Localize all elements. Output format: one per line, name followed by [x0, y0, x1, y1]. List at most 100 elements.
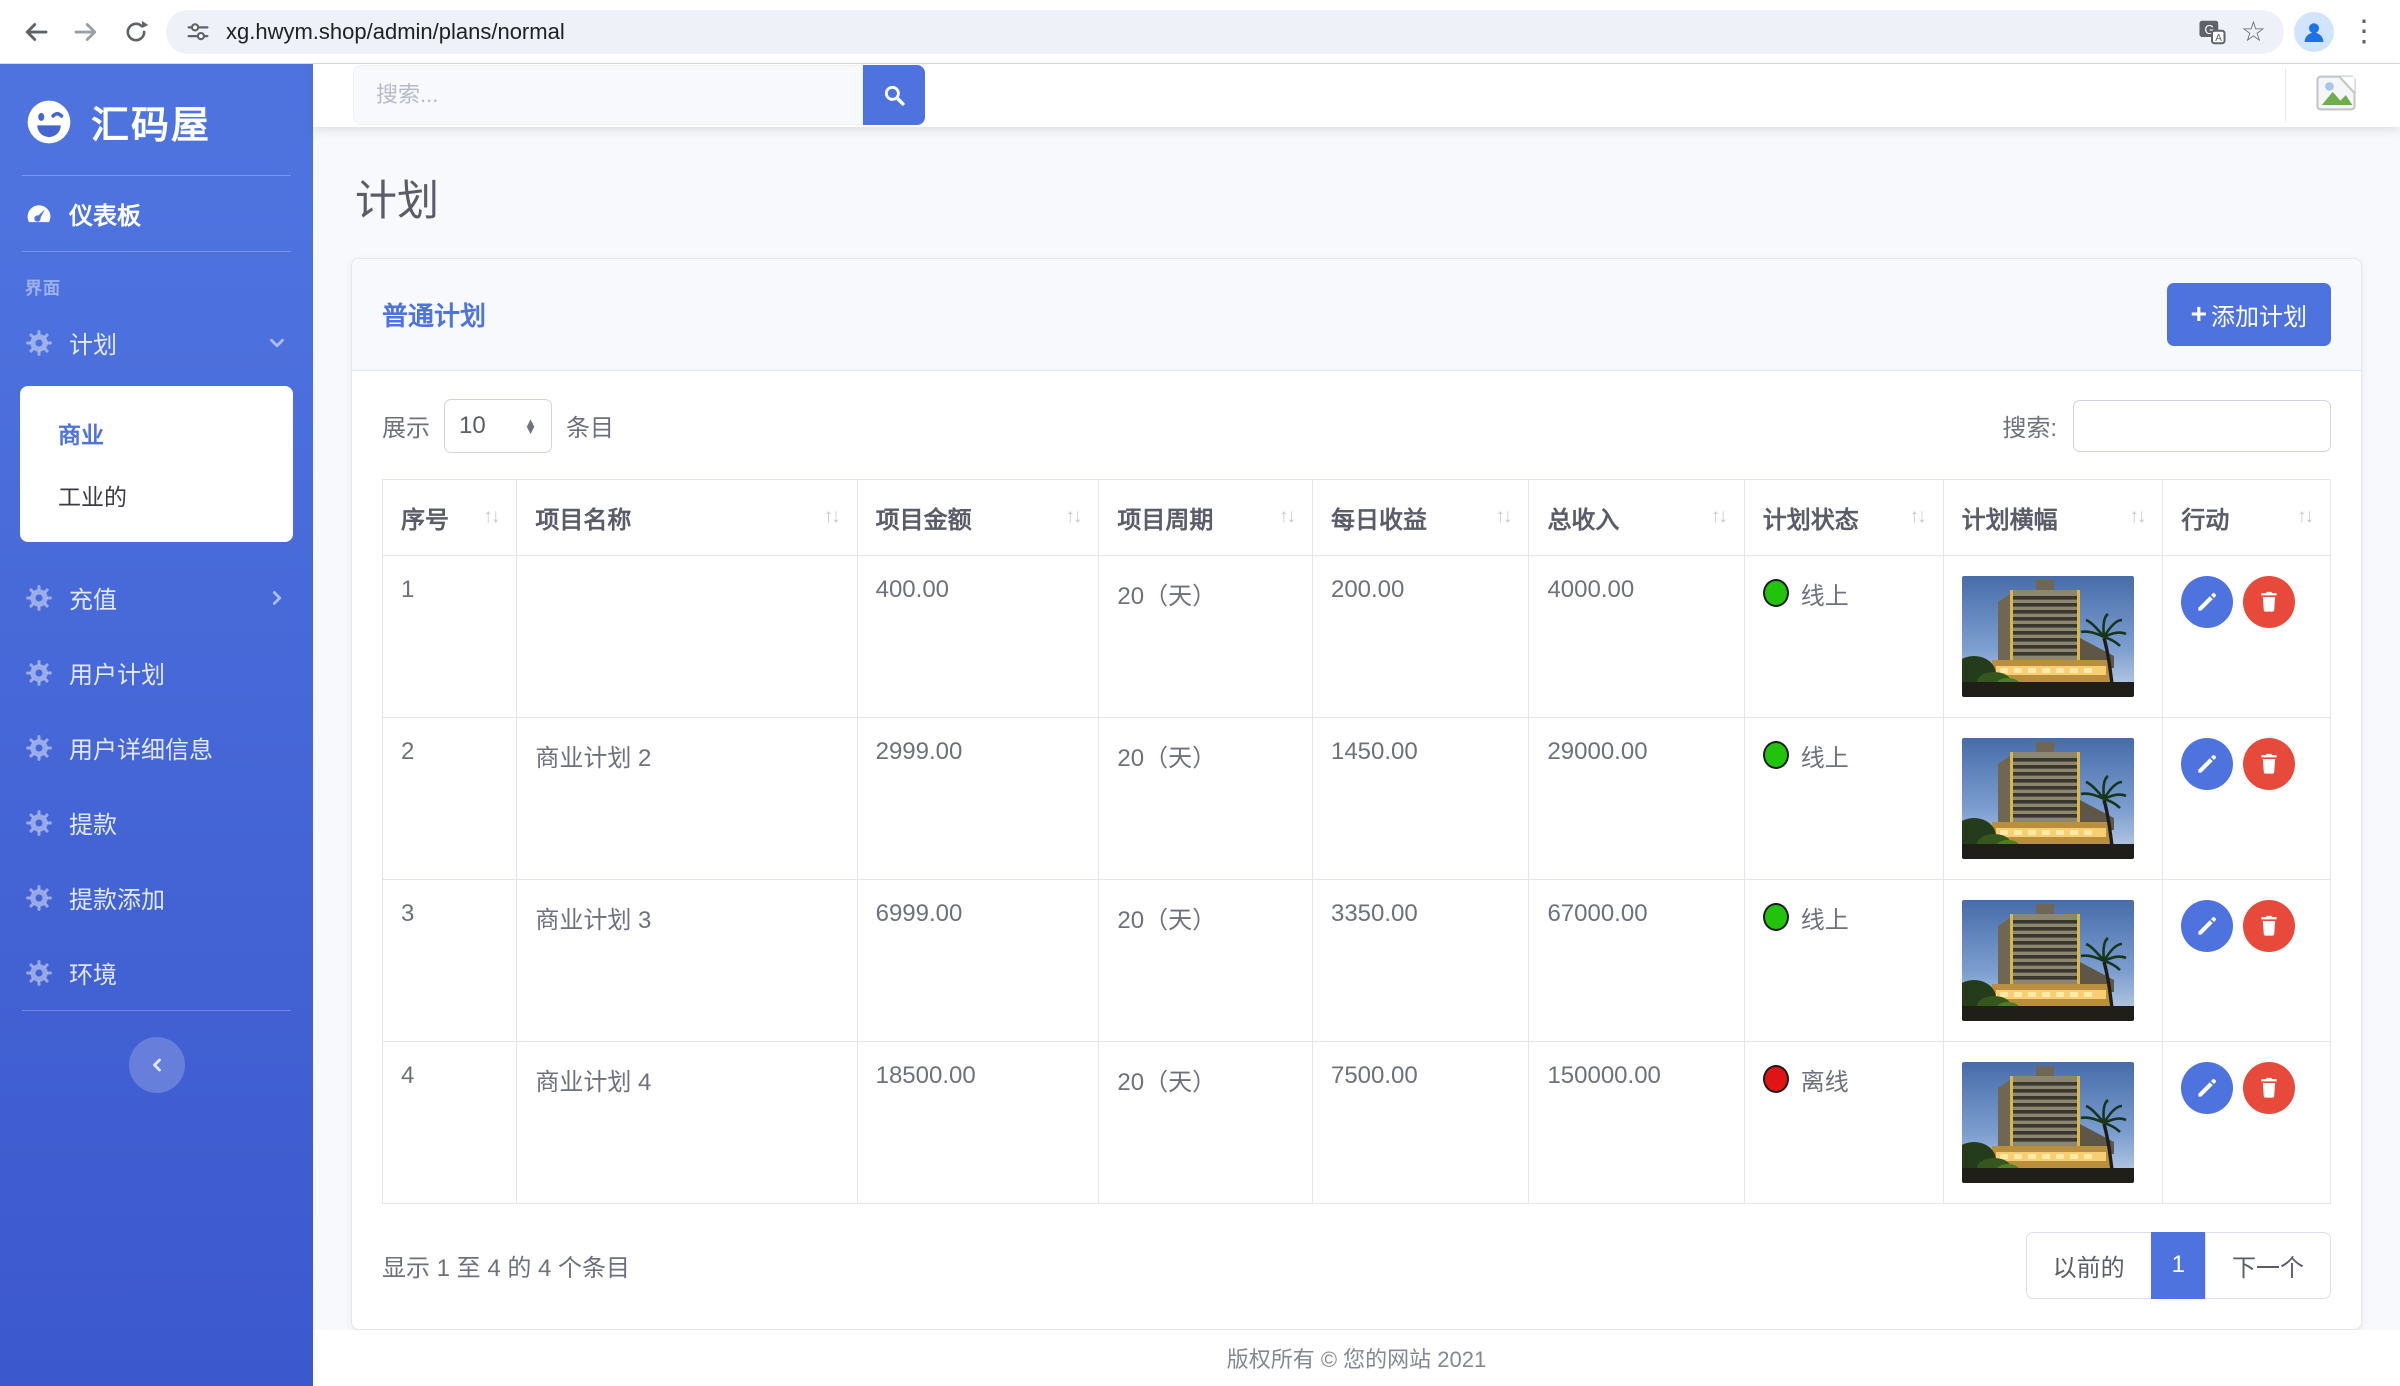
table-header-cell[interactable]: 序号 ↑↓: [383, 479, 517, 555]
table-header-cell[interactable]: 每日收益 ↑↓: [1312, 479, 1528, 555]
cell-status: 线上: [1744, 879, 1943, 1041]
topbar-divider: [2285, 69, 2286, 121]
add-plan-label: 添加计划: [2211, 297, 2307, 332]
edit-button[interactable]: [2181, 576, 2233, 628]
status-label: 离线: [1801, 1062, 1849, 1097]
search-icon: [881, 82, 907, 108]
sidebar-item-label: 提款添加: [69, 880, 165, 915]
topbar: [313, 64, 2400, 127]
sidebar-item-plans[interactable]: 计划: [0, 305, 313, 380]
table-header-cell[interactable]: 总收入 ↑↓: [1529, 479, 1744, 555]
browser-reload-button[interactable]: [116, 12, 156, 52]
edit-button[interactable]: [2181, 1062, 2233, 1114]
pagination-next[interactable]: 下一个: [2205, 1232, 2331, 1299]
sidebar-item-environment[interactable]: 环境: [0, 935, 313, 1010]
submenu-item-business[interactable]: 商业: [20, 402, 293, 464]
sort-arrows-icon[interactable]: ↑↓: [824, 506, 839, 528]
table-header-cell[interactable]: 计划状态 ↑↓: [1744, 479, 1943, 555]
tachometer-icon: [25, 200, 53, 228]
edit-button[interactable]: [2181, 900, 2233, 952]
brand-title: 汇码屋: [91, 94, 211, 149]
browser-menu-button[interactable]: ⋮: [2344, 12, 2384, 52]
reload-icon: [122, 18, 150, 46]
delete-button[interactable]: [2243, 576, 2295, 628]
submenu-item-industrial[interactable]: 工业的: [20, 464, 293, 526]
sidebar-item-label: 环境: [69, 955, 117, 990]
sort-arrows-icon[interactable]: ↑↓: [2129, 506, 2144, 528]
status-dot: [1763, 579, 1789, 607]
column-label: 每日收益: [1331, 500, 1427, 535]
gear-icon: [25, 329, 53, 357]
delete-button[interactable]: [2243, 900, 2295, 952]
bookmark-star-icon[interactable]: ☆: [2241, 18, 2266, 46]
sidebar-item-label: 计划: [69, 325, 117, 360]
pencil-icon: [2194, 913, 2220, 939]
cell-actions: [2163, 717, 2331, 879]
column-label: 行动: [2181, 500, 2229, 535]
table-row: 1 400.00 20（天） 200.00 4000.00 线上: [383, 555, 2331, 717]
sort-arrows-icon[interactable]: ↑↓: [2297, 506, 2312, 528]
gear-icon: [25, 884, 53, 912]
status-dot: [1763, 1065, 1789, 1093]
column-label: 序号: [401, 500, 449, 535]
table-row: 2 商业计划 2 2999.00 20（天） 1450.00 29000.00 …: [383, 717, 2331, 879]
delete-button[interactable]: [2243, 1062, 2295, 1114]
sort-arrows-icon[interactable]: ↑↓: [1711, 506, 1726, 528]
url-text[interactable]: xg.hwym.shop/admin/plans/normal: [226, 19, 2183, 45]
sort-arrows-icon[interactable]: ↑↓: [1910, 506, 1925, 528]
cell-project-name: 商业计划 3: [517, 879, 857, 1041]
chevron-right-icon: [266, 587, 288, 609]
pagination-previous[interactable]: 以前的: [2026, 1232, 2152, 1299]
pagination-page-1[interactable]: 1: [2151, 1232, 2206, 1299]
sidebar-collapse-button[interactable]: [129, 1037, 185, 1093]
plan-banner-image: [1962, 900, 2134, 1021]
sort-arrows-icon[interactable]: ↑↓: [1495, 506, 1510, 528]
table-search-input[interactable]: [2073, 400, 2331, 452]
browser-profile-button[interactable]: [2294, 12, 2334, 52]
table-search-label: 搜索:: [2002, 408, 2057, 443]
sidebar: 汇码屋 仪表板 界面 计划 商业 工业的 充值 用户计划 用户详细信息 提款: [0, 64, 313, 1386]
sidebar-item-recharge[interactable]: 充值: [0, 560, 313, 635]
sidebar-item-user-details[interactable]: 用户详细信息: [0, 710, 313, 785]
sidebar-item-withdraw-add[interactable]: 提款添加: [0, 860, 313, 935]
translate-icon[interactable]: [2197, 17, 2227, 47]
add-plan-button[interactable]: + 添加计划: [2167, 283, 2331, 346]
sort-arrows-icon[interactable]: ↑↓: [1279, 506, 1294, 528]
pencil-icon: [2194, 751, 2220, 777]
plans-card: 普通计划 + 添加计划 展示 10 ▲▼: [351, 258, 2362, 1330]
browser-forward-button[interactable]: [66, 12, 106, 52]
brand[interactable]: 汇码屋: [0, 64, 313, 175]
search-button[interactable]: [863, 65, 925, 125]
page-size-select[interactable]: 10 ▲▼: [444, 399, 552, 453]
table-header-cell[interactable]: 行动 ↑↓: [2163, 479, 2331, 555]
cell-total-income: 29000.00: [1529, 717, 1744, 879]
gear-icon: [25, 809, 53, 837]
copyright-text: 版权所有 © 您的网站 2021: [1227, 1342, 1487, 1374]
cell-serial: 2: [383, 717, 517, 879]
topbar-search-form: [353, 65, 925, 125]
submenu-item-label: 商业: [58, 422, 104, 448]
site-settings-icon[interactable]: [184, 18, 212, 46]
status-dot: [1763, 741, 1789, 769]
table-header-cell[interactable]: 项目名称 ↑↓: [517, 479, 857, 555]
edit-button[interactable]: [2181, 738, 2233, 790]
browser-back-button[interactable]: [16, 12, 56, 52]
delete-button[interactable]: [2243, 738, 2295, 790]
sidebar-item-dashboard[interactable]: 仪表板: [0, 176, 313, 251]
sort-arrows-icon[interactable]: ↑↓: [483, 506, 498, 528]
cell-daily-income: 200.00: [1312, 555, 1528, 717]
plan-banner-image: [1962, 576, 2134, 697]
sidebar-item-withdraw[interactable]: 提款: [0, 785, 313, 860]
column-label: 项目名称: [535, 500, 631, 535]
table-header-cell[interactable]: 项目周期 ↑↓: [1099, 479, 1313, 555]
plan-banner-image: [1962, 1062, 2134, 1183]
table-header-cell[interactable]: 项目金额 ↑↓: [857, 479, 1099, 555]
address-bar[interactable]: xg.hwym.shop/admin/plans/normal ☆: [166, 10, 2284, 54]
sidebar-item-user-plans[interactable]: 用户计划: [0, 635, 313, 710]
sidebar-section-label: 界面: [0, 252, 313, 305]
table-header-cell[interactable]: 计划横幅 ↑↓: [1943, 479, 2163, 555]
sort-arrows-icon[interactable]: ↑↓: [1065, 506, 1080, 528]
table-row: 4 商业计划 4 18500.00 20（天） 7500.00 150000.0…: [383, 1041, 2331, 1203]
search-input[interactable]: [353, 65, 863, 125]
user-avatar[interactable]: [2312, 69, 2360, 122]
